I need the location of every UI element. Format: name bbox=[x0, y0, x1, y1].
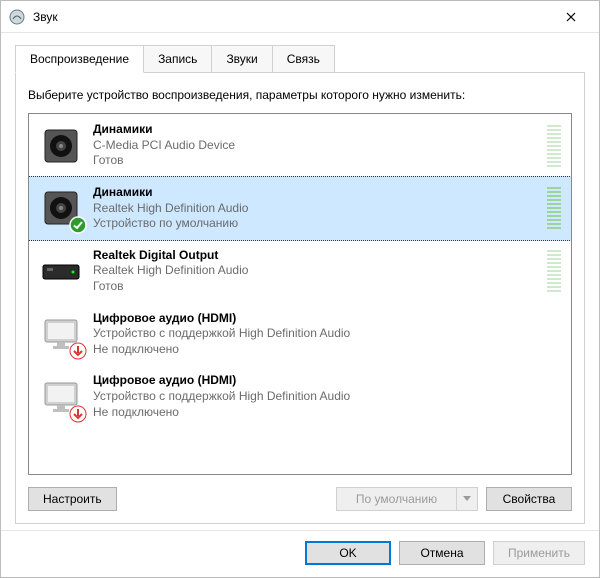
tab-label: Связь bbox=[287, 52, 320, 66]
device-driver: Устройство с поддержкой High Definition … bbox=[93, 326, 561, 342]
default-badge-icon bbox=[69, 216, 87, 234]
tab-strip: Воспроизведение Запись Звуки Связь bbox=[15, 45, 585, 72]
device-name: Динамики bbox=[93, 185, 537, 201]
properties-button[interactable]: Свойства bbox=[486, 487, 572, 511]
device-name: Цифровое аудио (HDMI) bbox=[93, 311, 561, 327]
sound-dialog: Звук Воспроизведение Запись Звуки Связь … bbox=[0, 0, 600, 578]
vu-meter bbox=[547, 187, 561, 229]
device-status: Готов bbox=[93, 153, 537, 169]
tab-playback[interactable]: Воспроизведение bbox=[15, 45, 144, 73]
device-status: Устройство по умолчанию bbox=[93, 216, 537, 232]
button-label: OK bbox=[339, 546, 356, 560]
disconnected-badge-icon bbox=[69, 342, 87, 360]
device-row[interactable]: Realtek Digital OutputRealtek High Defin… bbox=[29, 240, 571, 303]
tab-label: Запись bbox=[158, 52, 197, 66]
device-status: Готов bbox=[93, 279, 537, 295]
set-default-button[interactable]: По умолчанию bbox=[336, 487, 456, 511]
tab-communications[interactable]: Связь bbox=[272, 45, 335, 72]
device-name: Realtek Digital Output bbox=[93, 248, 537, 264]
set-default-dropdown[interactable] bbox=[456, 487, 478, 511]
device-text: Цифровое аудио (HDMI)Устройство с поддер… bbox=[93, 311, 561, 358]
dialog-body: Воспроизведение Запись Звуки Связь Выбер… bbox=[1, 33, 599, 530]
cancel-button[interactable]: Отмена bbox=[399, 541, 485, 565]
monitor-icon bbox=[39, 375, 83, 419]
device-text: ДинамикиC-Media PCI Audio DeviceГотов bbox=[93, 122, 537, 169]
instructions: Выберите устройство воспроизведения, пар… bbox=[28, 87, 572, 103]
dialog-footer: OK Отмена Применить bbox=[1, 530, 599, 577]
monitor-icon bbox=[39, 312, 83, 356]
tab-label: Звуки bbox=[226, 52, 257, 66]
device-text: Цифровое аудио (HDMI)Устройство с поддер… bbox=[93, 373, 561, 420]
tab-recording[interactable]: Запись bbox=[143, 45, 212, 72]
button-label: Настроить bbox=[43, 492, 102, 506]
button-label: Свойства bbox=[503, 492, 556, 506]
device-text: Realtek Digital OutputRealtek High Defin… bbox=[93, 248, 537, 295]
speaker-icon bbox=[39, 186, 83, 230]
device-name: Цифровое аудио (HDMI) bbox=[93, 373, 561, 389]
device-driver: Realtek High Definition Audio bbox=[93, 201, 537, 217]
device-list[interactable]: ДинамикиC-Media PCI Audio DeviceГотовДин… bbox=[28, 113, 572, 475]
apply-button[interactable]: Применить bbox=[493, 541, 585, 565]
ok-button[interactable]: OK bbox=[305, 541, 391, 565]
vu-meter bbox=[547, 125, 561, 167]
button-label: По умолчанию bbox=[356, 492, 437, 506]
tab-label: Воспроизведение bbox=[30, 52, 129, 66]
titlebar: Звук bbox=[1, 1, 599, 33]
device-row[interactable]: ДинамикиC-Media PCI Audio DeviceГотов bbox=[29, 114, 571, 177]
tab-panel-playback: Выберите устройство воспроизведения, пар… bbox=[15, 72, 585, 524]
device-status: Не подключено bbox=[93, 405, 561, 421]
window-title: Звук bbox=[33, 10, 551, 24]
device-driver: Устройство с поддержкой High Definition … bbox=[93, 389, 561, 405]
device-text: ДинамикиRealtek High Definition AudioУст… bbox=[93, 185, 537, 232]
device-row[interactable]: Цифровое аудио (HDMI)Устройство с поддер… bbox=[29, 303, 571, 366]
disconnected-badge-icon bbox=[69, 405, 87, 423]
vu-meter bbox=[547, 250, 561, 292]
chevron-down-icon bbox=[463, 496, 471, 502]
configure-button[interactable]: Настроить bbox=[28, 487, 117, 511]
device-driver: Realtek High Definition Audio bbox=[93, 263, 537, 279]
button-label: Применить bbox=[508, 546, 570, 560]
action-row: Настроить По умолчанию Свойства bbox=[28, 487, 572, 511]
button-label: Отмена bbox=[420, 546, 463, 560]
device-row[interactable]: Цифровое аудио (HDMI)Устройство с поддер… bbox=[29, 365, 571, 428]
close-icon bbox=[566, 12, 576, 22]
device-name: Динамики bbox=[93, 122, 537, 138]
device-status: Не подключено bbox=[93, 342, 561, 358]
app-icon bbox=[9, 9, 25, 25]
set-default-split-button[interactable]: По умолчанию bbox=[336, 487, 478, 511]
device-driver: C-Media PCI Audio Device bbox=[93, 138, 537, 154]
tab-sounds[interactable]: Звуки bbox=[211, 45, 272, 72]
device-row[interactable]: ДинамикиRealtek High Definition AudioУст… bbox=[28, 176, 572, 241]
speaker-icon bbox=[39, 124, 83, 168]
digital-out-icon bbox=[39, 249, 83, 293]
close-button[interactable] bbox=[551, 3, 591, 31]
